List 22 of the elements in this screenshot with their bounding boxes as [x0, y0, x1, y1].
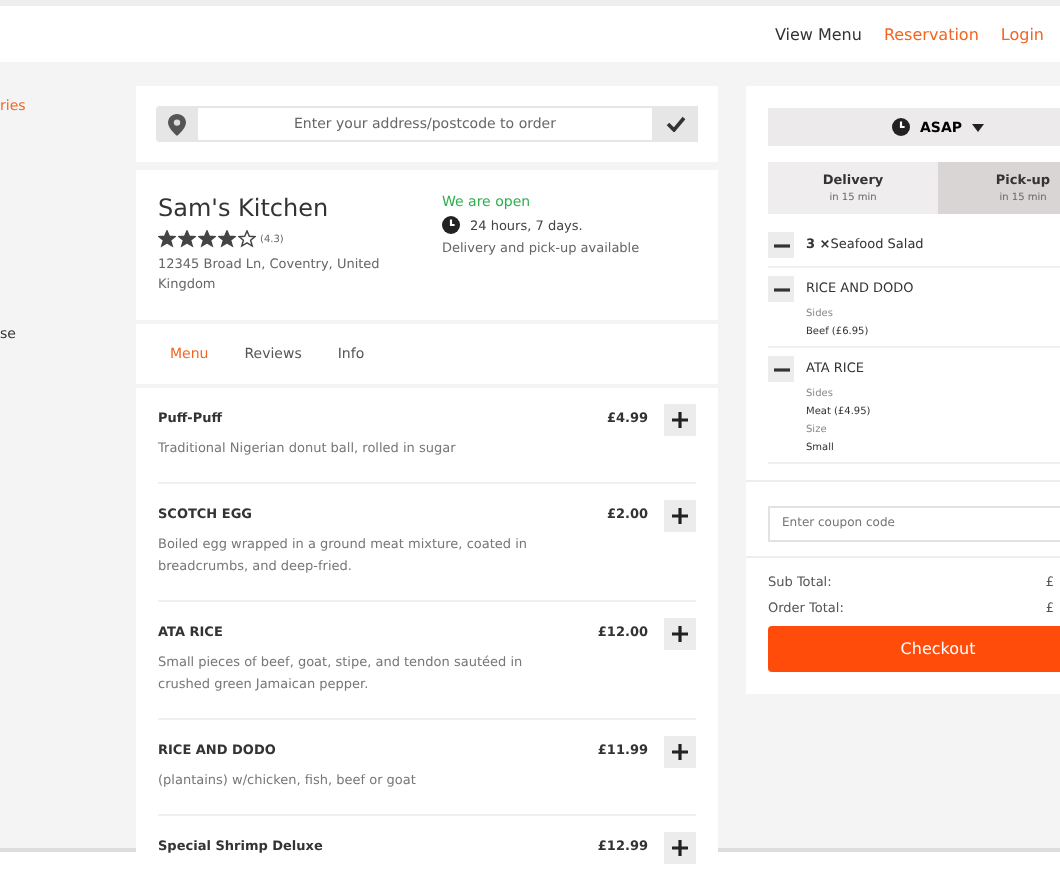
caret-icon	[972, 123, 984, 131]
minus-icon	[773, 367, 789, 371]
clock-icon	[891, 118, 910, 136]
add-button[interactable]	[664, 499, 696, 532]
remove-button[interactable]	[768, 276, 794, 302]
plus-icon	[672, 744, 688, 761]
remove-button[interactable]	[768, 232, 794, 258]
plus-icon	[672, 411, 688, 428]
nav-link[interactable]: View Menu	[774, 25, 862, 43]
add-button[interactable]	[664, 403, 696, 436]
add-button[interactable]	[664, 617, 696, 650]
minus-icon	[773, 243, 789, 247]
restaurant-name: Sam's Kitchen	[158, 194, 331, 222]
minus-icon	[773, 287, 789, 291]
remove-button[interactable]	[768, 356, 794, 382]
checkmark-icon	[666, 116, 686, 132]
add-button[interactable]	[664, 736, 696, 769]
clock-icon	[442, 216, 460, 234]
add-button[interactable]	[664, 832, 696, 865]
plus-icon	[672, 507, 688, 524]
plus-icon	[672, 625, 688, 642]
plus-icon	[672, 840, 688, 857]
